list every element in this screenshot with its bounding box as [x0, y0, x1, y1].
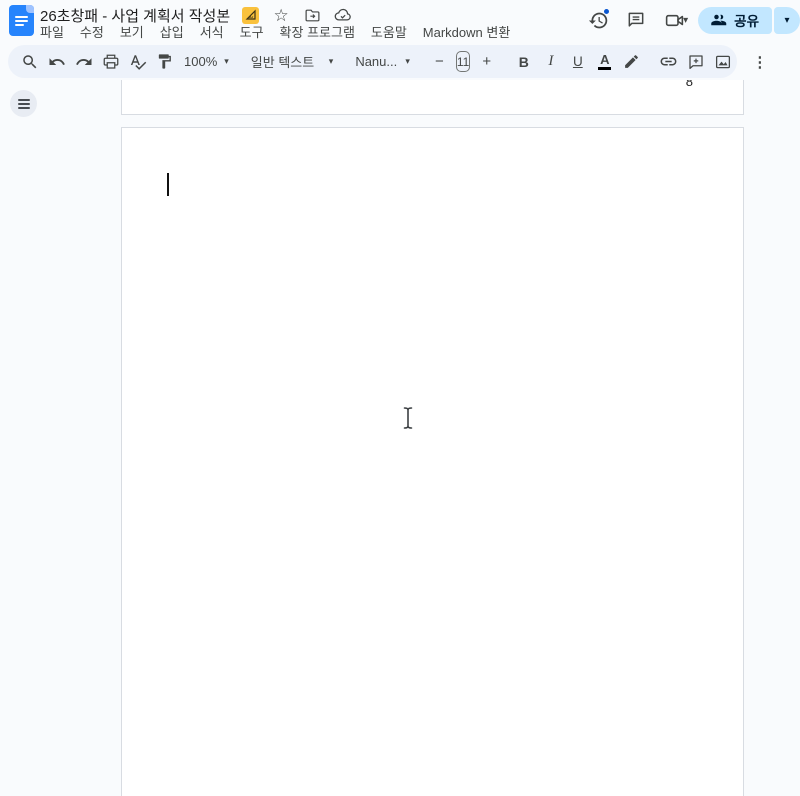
- spellcheck-icon: [130, 54, 146, 70]
- ruler-icon: [245, 9, 256, 20]
- underline-button[interactable]: U: [565, 49, 590, 74]
- app-header: 26초창패 - 사업 계획서 작성본 ☆ 파일 수정 보기 삽입 서식 도구 확…: [0, 0, 800, 80]
- page-9[interactable]: [121, 127, 744, 796]
- version-history-button[interactable]: [585, 7, 611, 33]
- caret-down-icon: ▾: [328, 56, 334, 66]
- add-comment-icon: [689, 54, 703, 69]
- menu-tools[interactable]: 도구: [232, 21, 272, 42]
- italic-button[interactable]: I: [538, 49, 563, 74]
- paint-roller-icon: [158, 54, 171, 69]
- comments-button[interactable]: [623, 7, 649, 33]
- link-icon: [660, 57, 677, 66]
- menu-insert[interactable]: 삽입: [152, 21, 192, 42]
- font-size-input[interactable]: 11: [455, 51, 471, 72]
- paragraph-style-value: 일반 텍스트: [250, 55, 315, 70]
- text-caret: [167, 173, 169, 196]
- menubar: 파일 수정 보기 삽입 서식 도구 확장 프로그램 도움말 Markdown 변…: [32, 22, 518, 41]
- image-icon: [715, 55, 730, 68]
- people-icon: [711, 14, 727, 26]
- share-caret-button[interactable]: ▾: [774, 6, 800, 34]
- show-outline-button[interactable]: [10, 90, 37, 117]
- print-icon: [103, 54, 118, 69]
- font-family-select[interactable]: Nanu... ▾: [349, 49, 416, 74]
- caret-down-icon: ▾: [405, 56, 410, 66]
- undo-icon: [49, 57, 65, 65]
- zoom-value: 100%: [184, 54, 218, 69]
- increase-font-size-button[interactable]: +: [474, 49, 499, 74]
- share-label: 공유: [734, 14, 759, 29]
- paint-format-button[interactable]: [152, 49, 177, 74]
- redo-icon: [75, 57, 91, 65]
- google-docs-logo[interactable]: [9, 5, 34, 36]
- menu-view[interactable]: 보기: [112, 21, 152, 42]
- notification-dot: [603, 8, 611, 15]
- zoom-select[interactable]: 100% ▾: [178, 49, 235, 74]
- menu-edit[interactable]: 수정: [72, 21, 112, 42]
- menu-extensions[interactable]: 확장 프로그램: [272, 21, 363, 42]
- outline-icon: [17, 98, 30, 101]
- toolbar: 100% ▾ 일반 텍스트 ▾ Nanu... ▾ − 11 + B I U A: [8, 45, 767, 78]
- more-options-button[interactable]: ⋮: [747, 49, 772, 74]
- text-color-button[interactable]: A: [592, 49, 617, 74]
- menu-help[interactable]: 도움말: [363, 21, 415, 42]
- comment-icon: [628, 12, 644, 27]
- insert-image-button[interactable]: [710, 49, 735, 74]
- search-icon: [22, 54, 36, 68]
- spellcheck-button[interactable]: [125, 49, 150, 74]
- insert-link-button[interactable]: [656, 49, 681, 74]
- decrease-font-size-button[interactable]: −: [427, 49, 452, 74]
- menu-file[interactable]: 파일: [32, 21, 72, 42]
- bold-button[interactable]: B: [511, 49, 536, 74]
- video-call-button[interactable]: [661, 7, 687, 33]
- video-camera-icon: [665, 14, 683, 26]
- paragraph-style-select[interactable]: 일반 텍스트 ▾: [245, 49, 340, 74]
- highlighter-icon: [625, 55, 639, 68]
- menu-markdown-convert[interactable]: Markdown 변환: [415, 21, 519, 42]
- share-button[interactable]: 공유: [698, 6, 772, 34]
- logo-fold: [26, 5, 34, 13]
- print-button[interactable]: [98, 49, 123, 74]
- redo-button[interactable]: [71, 49, 96, 74]
- highlight-color-button[interactable]: [619, 49, 644, 74]
- search-button[interactable]: [17, 49, 42, 74]
- caret-down-icon: ▾: [224, 56, 229, 66]
- menu-format[interactable]: 서식: [192, 21, 232, 42]
- text-color-icon: A: [598, 53, 612, 70]
- undo-button[interactable]: [44, 49, 69, 74]
- font-family-value: Nanu...: [355, 54, 398, 69]
- add-comment-button[interactable]: [683, 49, 708, 74]
- document-canvas: 8: [0, 0, 800, 796]
